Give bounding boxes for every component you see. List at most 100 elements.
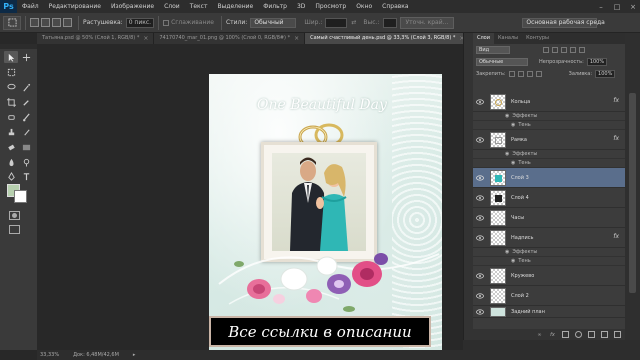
clone-stamp-icon[interactable] [4,126,18,138]
minimize-button[interactable]: – [596,3,606,11]
layer-row[interactable]: Слой 4 [473,188,625,208]
eye-icon[interactable]: ◉ [511,258,515,264]
visibility-eye-icon[interactable] [473,136,487,143]
filter-shape-icon[interactable] [570,47,576,53]
rect-marquee-icon[interactable] [4,66,18,78]
menu-filter[interactable]: Фильтр [258,0,292,13]
antialias-checkbox[interactable] [163,19,170,26]
effects-row[interactable]: ◉ Эффекты [473,150,625,159]
menu-3d[interactable]: 3D [292,0,310,13]
adjustment-layer-icon[interactable] [575,331,582,338]
layer-row[interactable]: Надпись fx [473,228,625,248]
filter-adjust-icon[interactable] [552,47,558,53]
magic-wand-icon[interactable] [19,81,33,93]
filter-pixel-icon[interactable] [543,47,549,53]
tab-marriage-png[interactable]: 74170740_mar_01.png @ 100% (Слой 0, RGB/… [154,33,306,44]
menu-image[interactable]: Изображение [106,0,159,13]
blend-mode-select[interactable]: Обычные [476,58,528,66]
visibility-eye-icon[interactable] [473,174,487,181]
layer-row[interactable]: Кружево [473,266,625,286]
menu-type[interactable]: Текст [185,0,213,13]
intersect-selection-icon[interactable] [63,18,72,27]
visibility-eye-icon[interactable] [473,308,487,315]
layer-row[interactable]: Часы [473,208,625,228]
crop-icon[interactable] [4,96,18,108]
new-layer-icon[interactable] [601,331,608,338]
eye-icon[interactable]: ◉ [511,122,515,128]
maximize-button[interactable]: □ [612,3,622,11]
new-group-icon[interactable] [588,331,595,338]
menu-window[interactable]: Окно [351,0,377,13]
refine-edge-button[interactable]: Уточн. край... [399,16,455,29]
eye-icon[interactable]: ◉ [505,151,509,157]
width-input[interactable] [325,17,348,28]
filter-type-icon[interactable] [561,47,567,53]
layers-scrollbar[interactable] [625,33,640,340]
layer-row-selected[interactable]: Слой 3 [473,168,625,188]
menu-help[interactable]: Справка [377,0,413,13]
menu-view[interactable]: Просмотр [310,0,351,13]
menu-layers[interactable]: Слои [159,0,185,13]
visibility-eye-icon[interactable] [473,194,487,201]
fx-icon[interactable]: fx [613,97,619,104]
close-button[interactable]: × [628,3,638,11]
layer-row[interactable]: Рамка fx [473,130,625,150]
scrollbar-thumb[interactable] [629,93,636,293]
height-input[interactable] [382,17,397,28]
close-icon[interactable]: × [143,33,148,44]
filter-smart-icon[interactable] [579,47,585,53]
artboard-move-icon[interactable] [19,51,33,63]
visibility-eye-icon[interactable] [473,98,487,105]
layer-row[interactable]: Слой 2 [473,286,625,306]
pen-icon[interactable] [4,170,18,182]
swap-icon[interactable]: ⇄ [351,19,356,26]
eye-icon[interactable]: ◉ [505,113,509,119]
close-icon[interactable]: × [294,33,299,44]
wedding-artwork[interactable]: One Beautiful Day [209,74,442,350]
style-select[interactable]: Обычный [250,17,297,28]
visibility-eye-icon[interactable] [473,272,487,279]
visibility-eye-icon[interactable] [473,292,487,299]
history-brush-icon[interactable] [19,126,33,138]
new-selection-icon[interactable] [30,18,39,27]
move-tool-icon[interactable] [4,51,18,63]
effects-row[interactable]: ◉ Эффекты [473,248,625,257]
eraser-icon[interactable] [4,141,18,153]
tab-happiest-day[interactable]: Самый счастливый день.psd @ 33,3% (Слой … [305,33,471,44]
layer-row[interactable]: Задний план [473,306,625,318]
kind-filter-select[interactable]: Вид [476,46,510,54]
background-color-swatch[interactable] [14,190,27,203]
link-icon[interactable]: ∞ [536,331,543,338]
blur-icon[interactable] [4,156,18,168]
add-selection-icon[interactable] [41,18,50,27]
eyedropper-icon[interactable] [19,96,33,108]
fill-input[interactable]: 100% [595,70,616,78]
fx-icon[interactable]: fx [613,135,619,142]
gradient-icon[interactable] [19,141,33,153]
dodge-icon[interactable] [19,156,33,168]
eye-icon[interactable]: ◉ [505,249,509,255]
screen-mode-icon[interactable] [9,225,20,234]
eye-icon[interactable]: ◉ [511,160,515,166]
collapsed-panels-strip[interactable] [463,33,473,350]
canvas-area[interactable]: One Beautiful Day Все ссылки в описании [37,44,463,350]
lock-pixels-icon[interactable] [517,71,524,77]
quick-mask-icon[interactable] [9,211,20,220]
menu-file[interactable]: Файл [17,0,44,13]
tab-channels[interactable]: Каналы [494,33,522,44]
tool-preset-picker[interactable] [3,15,21,30]
type-tool-icon[interactable] [19,170,33,182]
healing-brush-icon[interactable] [4,111,18,123]
menu-select[interactable]: Выделение [212,0,258,13]
menu-edit[interactable]: Редактирование [44,0,106,13]
tab-tatiana[interactable]: Татьяна.psd @ 50% (Слой 1, RGB/8) * × [37,33,155,44]
lock-position-icon[interactable] [526,71,533,77]
delete-layer-icon[interactable] [614,331,621,338]
effect-row[interactable]: ◉ Тень [473,121,625,130]
lasso-icon[interactable] [4,81,18,93]
visibility-eye-icon[interactable] [473,214,487,221]
status-arrow-icon[interactable]: ▸ [133,352,136,358]
effect-row[interactable]: ◉ Тень [473,257,625,266]
lock-transparent-icon[interactable] [508,71,515,77]
feather-input[interactable]: 0 пикс. [125,17,155,28]
